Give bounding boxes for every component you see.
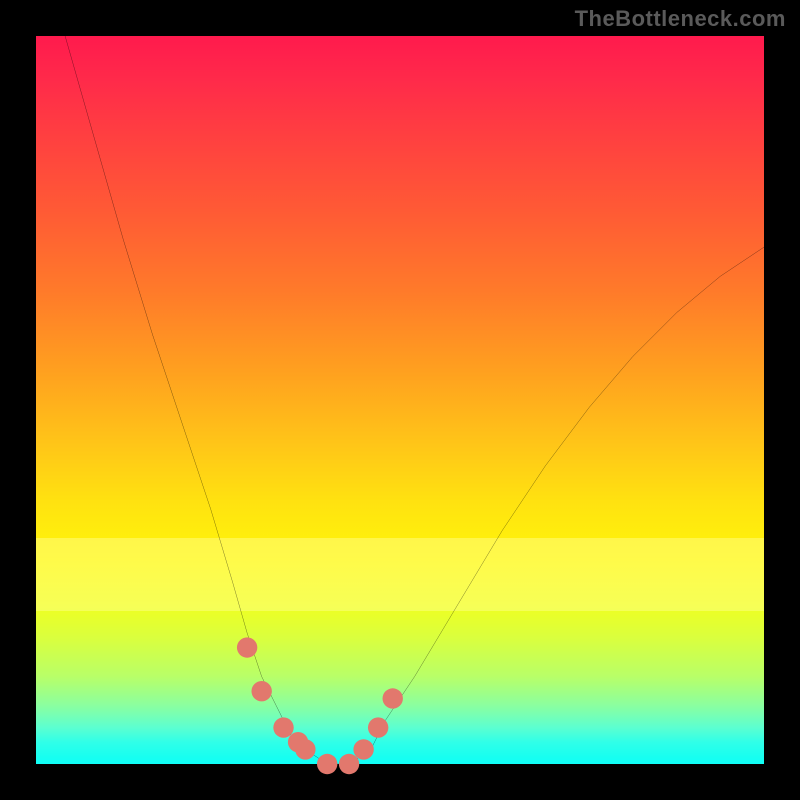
optimal-marker [353,739,373,759]
optimal-marker [295,739,315,759]
marker-group [237,637,403,774]
chart-svg [36,36,764,764]
optimal-marker [237,637,257,657]
optimal-marker [317,754,337,774]
optimal-marker [273,717,293,737]
optimal-marker [339,754,359,774]
watermark-text: TheBottleneck.com [575,6,786,32]
bottleneck-curve [65,36,764,764]
plot-area [36,36,764,764]
optimal-marker [383,688,403,708]
optimal-marker [251,681,271,701]
chart-frame: TheBottleneck.com [0,0,800,800]
optimal-marker [368,717,388,737]
